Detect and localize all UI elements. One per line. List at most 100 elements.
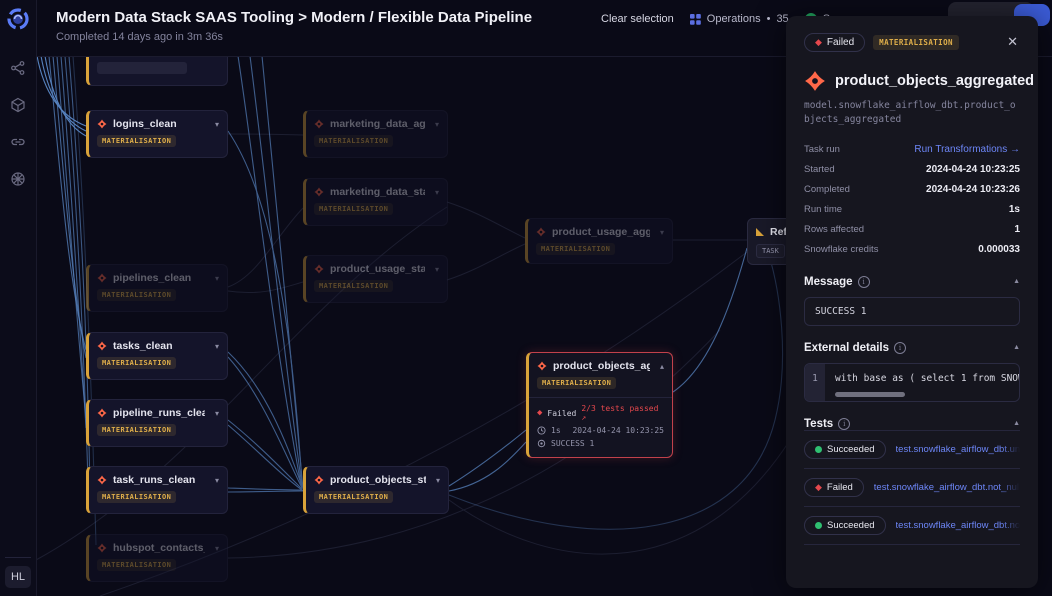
graph-node-pipelines_clean[interactable]: pipelines_clean ▾ MATERIALISATION bbox=[86, 264, 228, 312]
dbt-icon bbox=[97, 475, 107, 485]
node-title: product_objects_aggregated bbox=[835, 73, 1034, 89]
dbt-icon bbox=[314, 187, 324, 197]
chevron-down-icon[interactable]: ▾ bbox=[431, 265, 439, 274]
field-started: Started 2024-04-24 10:23:25 bbox=[804, 160, 1020, 180]
test-status-badge: Succeeded bbox=[804, 516, 886, 535]
node-label: logins_clean bbox=[113, 118, 205, 130]
close-icon[interactable]: ✕ bbox=[1005, 32, 1020, 52]
field-snowflake-credits: Snowflake credits 0.000033 bbox=[804, 240, 1020, 260]
status-circle-icon bbox=[537, 439, 546, 448]
graph-node-logins_clean[interactable]: logins_clean ▾ MATERIALISATION bbox=[86, 110, 228, 158]
succeeded-dot-icon bbox=[815, 446, 822, 453]
materialisation-badge: MATERIALISATION bbox=[314, 491, 393, 503]
tests-summary-link[interactable]: 2/3 tests passed ↗ bbox=[581, 404, 664, 422]
test-link[interactable]: test.snowflake_airflow_dbt.not_null_pr bbox=[896, 520, 1020, 531]
cube-icon[interactable] bbox=[10, 97, 26, 113]
sql-code-line: with base as ( select 1 from SNOWFLAKE bbox=[835, 373, 1019, 384]
info-icon: i bbox=[838, 418, 850, 430]
node-message-row: SUCCESS 1 bbox=[537, 439, 664, 448]
collapse-caret[interactable]: ▲ bbox=[1013, 278, 1020, 285]
task-type-chip: TASK bbox=[756, 244, 785, 258]
node-label: product_objects_staging bbox=[330, 474, 426, 486]
graph-node-tasks_clean[interactable]: tasks_clean ▾ MATERIALISATION bbox=[86, 332, 228, 380]
run-transformations-link[interactable]: Run Transformations → bbox=[914, 144, 1020, 155]
chevron-down-icon[interactable]: ▾ bbox=[211, 476, 219, 485]
graph-node-hubspot_contacts_clean[interactable]: hubspot_contacts_clean ▾ MATERIALISATION bbox=[86, 534, 228, 582]
materialisation-badge: MATERIALISATION bbox=[97, 559, 176, 571]
dbt-icon bbox=[97, 119, 107, 129]
operations-label: Operations bbox=[707, 13, 761, 25]
user-avatar[interactable]: HL bbox=[5, 566, 31, 588]
test-link[interactable]: test.snowflake_airflow_dbt.unique_pro bbox=[896, 444, 1020, 455]
chevron-down-icon[interactable]: ▾ bbox=[211, 409, 219, 418]
run-status-subtitle: Completed 14 days ago in 3m 36s bbox=[56, 31, 223, 43]
graph-node-top-partial[interactable] bbox=[86, 56, 228, 86]
node-label: pipeline_runs_clean bbox=[113, 407, 205, 419]
chevron-down-icon[interactable]: ▾ bbox=[211, 120, 219, 129]
chevron-up-icon[interactable]: ▴ bbox=[656, 362, 664, 371]
materialisation-badge: MATERIALISATION bbox=[314, 203, 393, 215]
graph-node-task_runs_clean[interactable]: task_runs_clean ▾ MATERIALISATION bbox=[86, 466, 228, 514]
chevron-down-icon[interactable]: ▾ bbox=[211, 274, 219, 283]
node-label: product_objects_aggregated bbox=[553, 360, 650, 372]
dbt-icon bbox=[97, 273, 107, 283]
node-label: product_usage_aggregated bbox=[552, 226, 650, 238]
node-label: task_runs_clean bbox=[113, 474, 205, 486]
graph-node-marketing_data_aggregated[interactable]: marketing_data_aggregated ▾ MATERIALISAT… bbox=[303, 110, 448, 158]
field-task-run: Task run Run Transformations → bbox=[804, 140, 1020, 160]
materialisation-badge: MATERIALISATION bbox=[97, 491, 176, 503]
sql-code-block: 1 with base as ( select 1 from SNOWFLAKE bbox=[804, 363, 1020, 402]
test-row: Succeeded test.snowflake_airflow_dbt.uni… bbox=[804, 431, 1020, 468]
succeeded-dot-icon bbox=[815, 522, 822, 529]
materialisation-badge: MATERIALISATION bbox=[537, 377, 616, 389]
dbt-icon bbox=[314, 119, 324, 129]
tests-section-header: Tests i ▲ bbox=[804, 418, 1020, 430]
message-value: SUCCESS 1 bbox=[804, 297, 1020, 326]
materialisation-badge: MATERIALISATION bbox=[873, 35, 959, 50]
info-icon: i bbox=[858, 276, 870, 288]
chevron-down-icon[interactable]: ▾ bbox=[211, 342, 219, 351]
task-triangle-icon bbox=[756, 228, 764, 236]
collapse-caret[interactable]: ▲ bbox=[1013, 344, 1020, 351]
test-row: Succeeded test.snowflake_airflow_dbt.not… bbox=[804, 507, 1020, 544]
operations-chip[interactable]: Operations • 35 bbox=[690, 13, 789, 25]
clock-icon bbox=[537, 426, 546, 435]
info-icon: i bbox=[894, 342, 906, 354]
message-section-header: Message i ▲ bbox=[804, 276, 1020, 288]
integrations-wheel-icon[interactable] bbox=[10, 171, 26, 187]
field-completed: Completed 2024-04-24 10:23:26 bbox=[804, 180, 1020, 200]
materialisation-badge: MATERIALISATION bbox=[314, 135, 393, 147]
link-icon[interactable] bbox=[10, 134, 26, 150]
failed-diamond-icon: ◆ bbox=[537, 409, 542, 418]
graph-node-product_usage_staging[interactable]: product_usage_staging ▾ MATERIALISATION bbox=[303, 255, 448, 303]
dbt-icon bbox=[536, 227, 546, 237]
graph-node-product_objects_aggregated[interactable]: product_objects_aggregated ▴ MATERIALISA… bbox=[526, 352, 673, 458]
failed-diamond-icon: ◆ bbox=[815, 38, 822, 47]
chevron-down-icon[interactable]: ▾ bbox=[431, 188, 439, 197]
node-label: marketing_data_aggregated bbox=[330, 118, 425, 130]
graph-node-product_objects_staging[interactable]: product_objects_staging ▾ MATERIALISATIO… bbox=[303, 466, 449, 514]
external-details-header: External details i ▲ bbox=[804, 342, 1020, 354]
graph-node-pipeline_runs_clean[interactable]: pipeline_runs_clean ▾ MATERIALISATION bbox=[86, 399, 228, 447]
node-label: product_usage_staging bbox=[330, 263, 425, 275]
test-link[interactable]: test.snowflake_airflow_dbt.not_null_pr bbox=[874, 482, 1020, 493]
dbt-icon bbox=[314, 475, 324, 485]
operations-grid-icon bbox=[690, 14, 701, 25]
status-badge: ◆ Failed bbox=[804, 33, 865, 52]
collapse-caret[interactable]: ▲ bbox=[1013, 420, 1020, 427]
sidebar-divider bbox=[5, 557, 31, 558]
chevron-down-icon[interactable]: ▾ bbox=[432, 476, 440, 485]
app-logo-icon[interactable] bbox=[7, 8, 29, 30]
test-status-badge: ◆ Failed bbox=[804, 478, 864, 497]
clear-selection-button[interactable]: Clear selection bbox=[601, 13, 674, 25]
dbt-icon bbox=[97, 341, 107, 351]
node-runtime-row: 1s 2024-04-24 10:23:25 bbox=[537, 426, 664, 435]
chevron-down-icon[interactable]: ▾ bbox=[656, 228, 664, 237]
graph-node-marketing_data_staging[interactable]: marketing_data_staging ▾ MATERIALISATION bbox=[303, 178, 448, 226]
operations-separator: • bbox=[767, 13, 771, 25]
horizontal-scrollbar[interactable] bbox=[835, 392, 905, 397]
chevron-down-icon[interactable]: ▾ bbox=[431, 120, 439, 129]
pipeline-graph-icon[interactable] bbox=[10, 60, 26, 76]
chevron-down-icon[interactable]: ▾ bbox=[211, 544, 219, 553]
graph-node-product_usage_aggregated[interactable]: product_usage_aggregated ▾ MATERIALISATI… bbox=[525, 218, 673, 264]
